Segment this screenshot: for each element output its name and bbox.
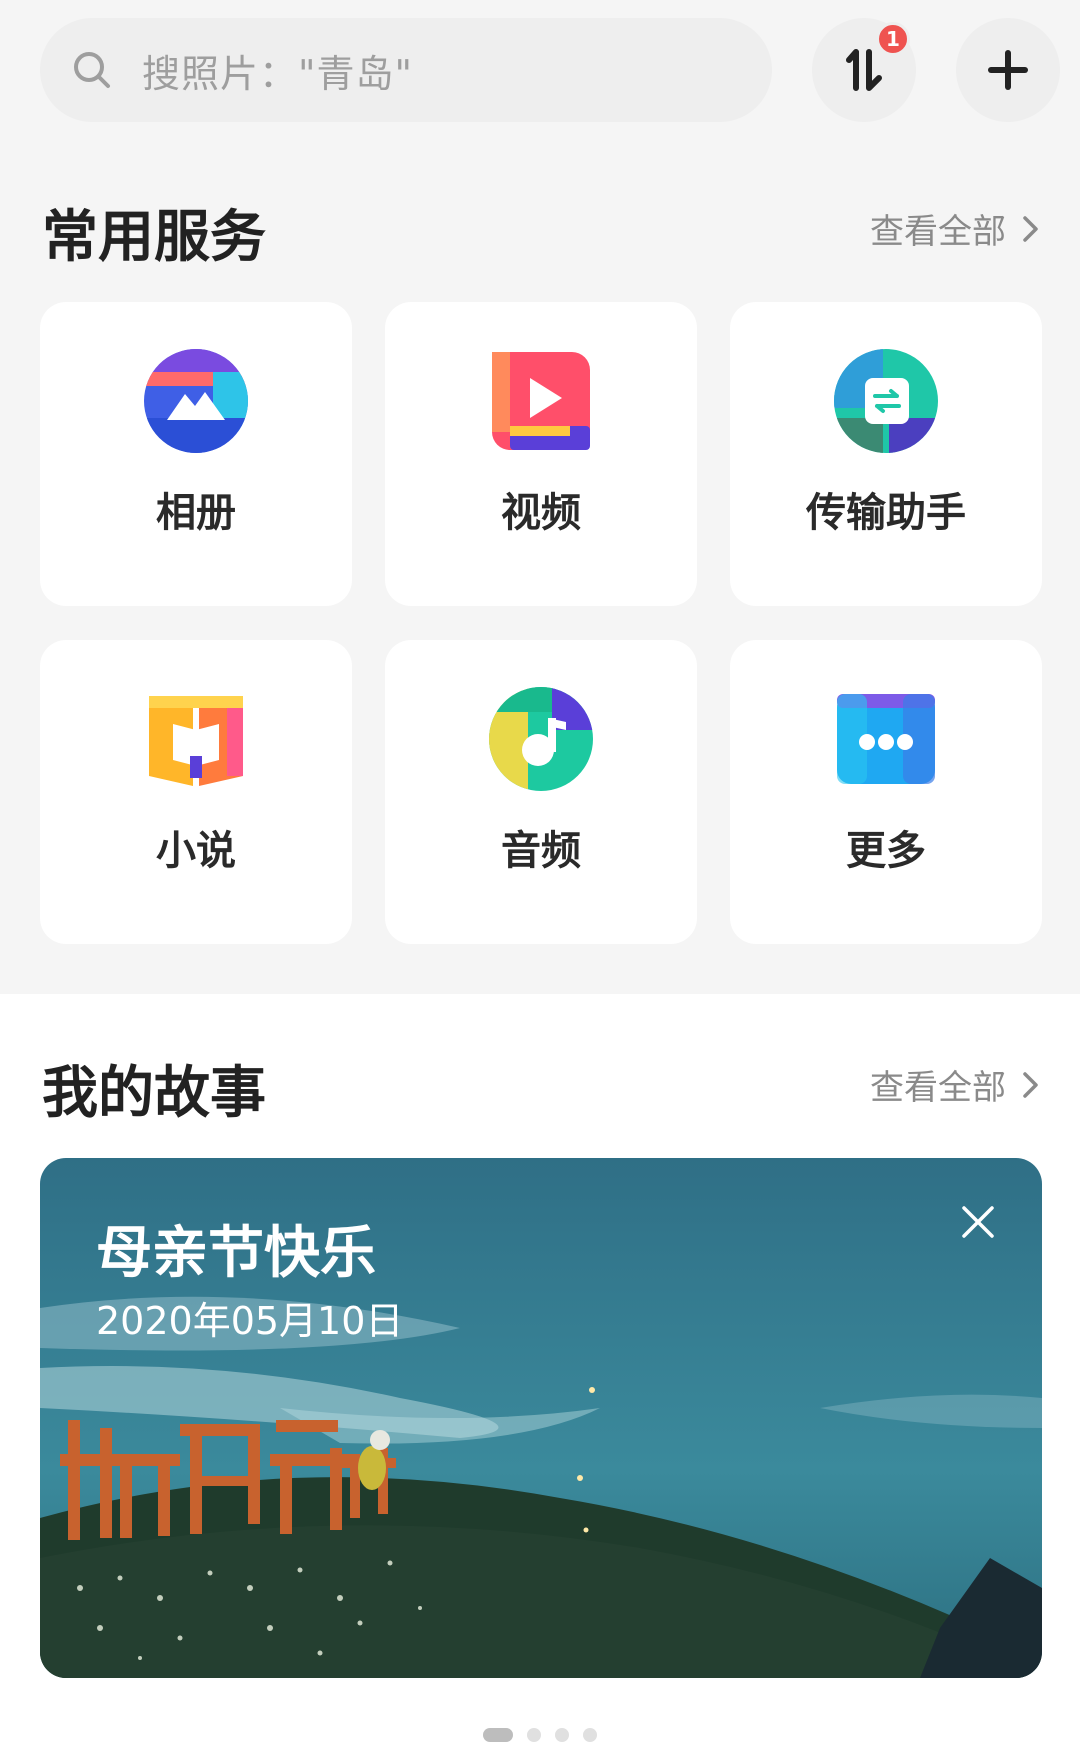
service-album[interactable]: 相册 xyxy=(40,302,352,606)
services-grid: 相册 视频 传输助手 小说 音频 更多 xyxy=(40,302,1042,944)
plus-icon xyxy=(988,50,1028,90)
service-more[interactable]: 更多 xyxy=(730,640,1042,944)
service-video[interactable]: 视频 xyxy=(385,302,697,606)
stories-title: 我的故事 xyxy=(42,1061,266,1126)
pager-dot[interactable] xyxy=(555,1728,569,1742)
album-icon xyxy=(144,349,248,453)
notification-badge: 1 xyxy=(876,22,910,56)
audio-icon xyxy=(489,687,593,791)
video-icon xyxy=(492,352,590,450)
chevron-right-icon xyxy=(1023,215,1038,242)
service-transfer-assistant[interactable]: 传输助手 xyxy=(730,302,1042,606)
close-icon[interactable] xyxy=(956,1200,1000,1244)
add-button[interactable] xyxy=(956,18,1060,122)
service-novel-label: 小说 xyxy=(156,828,236,874)
service-transfer-assistant-label: 传输助手 xyxy=(806,490,966,536)
pager-dot[interactable] xyxy=(583,1728,597,1742)
services-title: 常用服务 xyxy=(42,205,266,270)
story-card[interactable]: 母亲节快乐 2020年05月10日 xyxy=(40,1158,1042,1678)
pager-dot[interactable] xyxy=(483,1728,513,1742)
service-audio[interactable]: 音频 xyxy=(385,640,697,944)
story-date: 2020年05月10日 xyxy=(96,1299,404,1343)
transfer-assistant-icon xyxy=(834,349,938,453)
novel-icon xyxy=(149,696,243,786)
more-icon xyxy=(837,694,935,784)
search-bar[interactable]: 搜照片："青岛" xyxy=(40,18,772,122)
service-video-label: 视频 xyxy=(501,490,581,536)
story-pager xyxy=(0,1728,1080,1742)
stories-view-all[interactable]: 查看全部 xyxy=(870,1060,1042,1109)
search-icon xyxy=(74,52,110,88)
search-placeholder: 搜照片："青岛" xyxy=(142,51,413,96)
transfer-button[interactable]: 1 xyxy=(812,18,916,122)
service-audio-label: 音频 xyxy=(501,828,581,874)
services-view-all-label: 查看全部 xyxy=(870,212,1006,252)
service-novel[interactable]: 小说 xyxy=(40,640,352,944)
chevron-right-icon xyxy=(1023,1071,1038,1098)
services-view-all[interactable]: 查看全部 xyxy=(870,204,1042,253)
transfer-arrows-icon xyxy=(846,49,882,91)
service-more-label: 更多 xyxy=(846,828,926,874)
stories-view-all-label: 查看全部 xyxy=(870,1068,1006,1108)
story-title: 母亲节快乐 xyxy=(96,1221,376,1286)
pager-dot[interactable] xyxy=(527,1728,541,1742)
service-album-label: 相册 xyxy=(156,490,236,536)
